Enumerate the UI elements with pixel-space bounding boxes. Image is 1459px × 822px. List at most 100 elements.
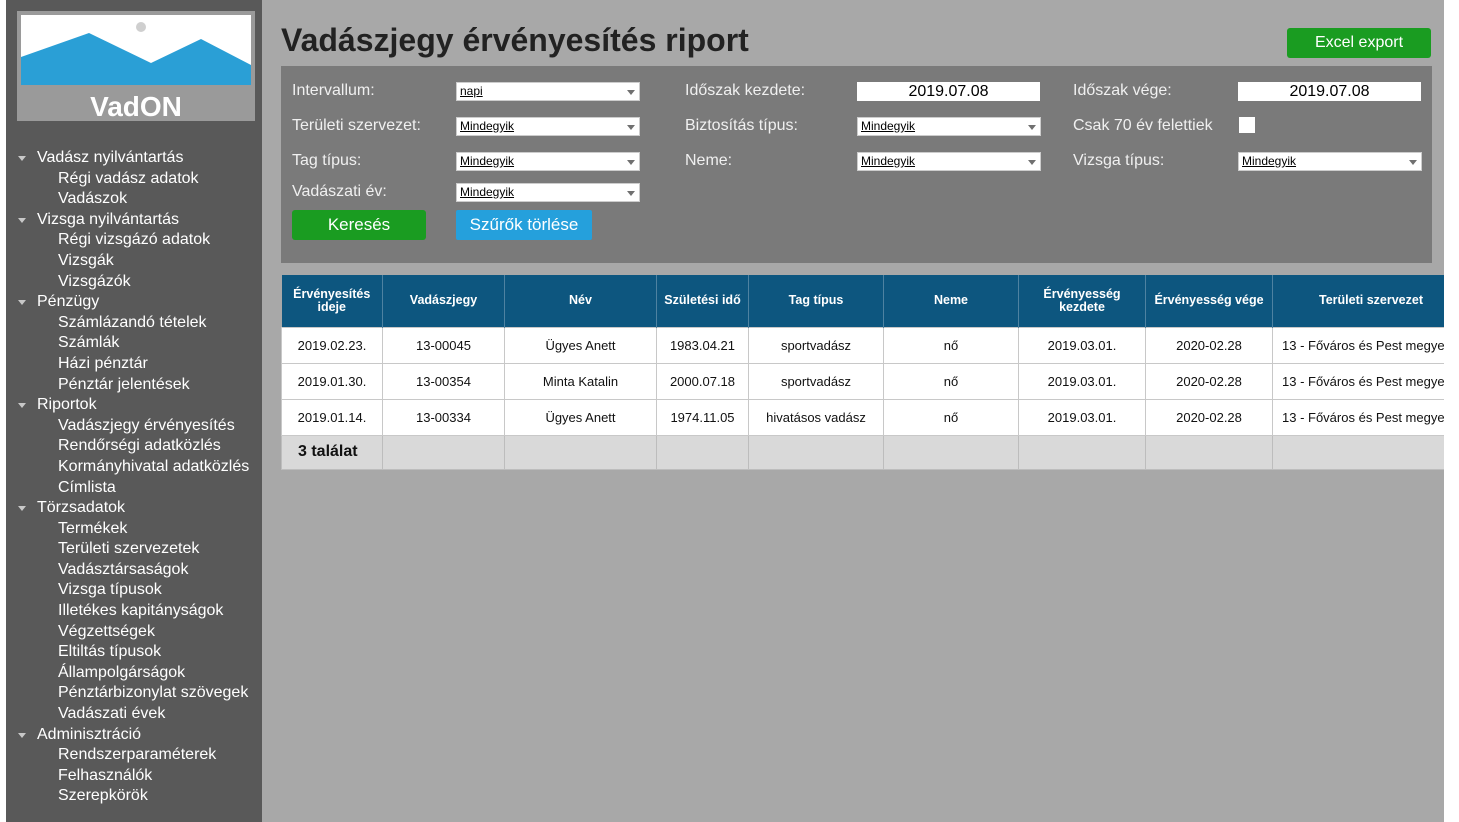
sidebar-group-label: Vadász nyilvántartás [37,149,184,166]
table-cell: 2000.07.18 [656,362,749,400]
table-cell: 1983.04.21 [656,326,749,364]
sidebar-item[interactable]: Vizsgázók [6,272,262,293]
member-type-select[interactable]: Mindegyik [456,152,640,171]
chevron-down-icon [627,160,635,165]
exam-type-select[interactable]: Mindegyik [1238,152,1422,171]
end-date-field[interactable]: 2019.07.08 [1238,82,1421,101]
column-header[interactable]: Név [504,275,657,327]
triangle-down-icon [18,403,26,409]
sidebar-item[interactable]: Végzettségek [6,622,262,643]
sidebar-item[interactable]: Termékek [6,519,262,540]
column-header[interactable]: Érvényesség kezdete [1018,275,1146,327]
column-header[interactable]: Vadászjegy [382,275,505,327]
table-row[interactable]: 2019.01.30. 13-00354 Minta Katalin 2000.07.… [281,362,1444,400]
interval-select[interactable]: napi [456,82,640,101]
clear-filters-button[interactable]: Szűrők törlése [456,210,592,240]
triangle-down-icon [18,300,26,306]
hunting-year-select[interactable]: Mindegyik [456,183,640,202]
sidebar-item[interactable]: Számlázandó tételek [6,313,262,334]
sidebar-item[interactable]: Vadászati évek [6,704,262,725]
table-cell: sportvadász [748,326,884,364]
footer-cell [748,434,884,470]
sidebar-item[interactable]: Pénztár jelentések [6,375,262,396]
sidebar-item[interactable]: Házi pénztár [6,354,262,375]
sidebar-group-label: Vizsga nyilvántartás [37,210,179,228]
sidebar-group[interactable]: Riportok [6,395,262,416]
footer-cell [1145,434,1273,470]
excel-export-button[interactable]: Excel export [1287,28,1431,58]
sidebar-item[interactable]: Régi vadász adatok [6,169,262,190]
org-select-value: Mindegyik [460,119,515,133]
over70-label: Csak 70 év felettiek [1073,117,1213,134]
sidebar-item[interactable]: Régi vizsgázó adatok [6,230,262,251]
sidebar-group[interactable]: Adminisztráció [6,725,262,746]
sidebar-item[interactable]: Vizsga típusok [6,580,262,601]
table-cell: 2020-02.28 [1145,398,1273,436]
column-header[interactable]: Tag típus [748,275,884,327]
table-cell: 13 - Főváros és Pest megye [1272,398,1444,436]
table-cell: hivatásos vadász [748,398,884,436]
sidebar-item[interactable]: Területi szervezetek [6,539,262,560]
sidebar-group[interactable]: Vizsga nyilvántartás [6,210,262,231]
sidebar-item[interactable]: Vadászok [6,189,262,210]
logo: VadON [17,11,255,122]
sidebar-item[interactable]: Vizsgák [6,251,262,272]
gender-select[interactable]: Mindegyik [857,152,1041,171]
sidebar-item[interactable]: Illetékes kapitányságok [6,601,262,622]
column-header[interactable]: Neme [883,275,1019,327]
sidebar-item[interactable]: Szerepkörök [6,786,262,807]
member-type-select-value: Mindegyik [460,154,515,168]
interval-select-value: napi [460,84,483,98]
sidebar-item[interactable]: Kormányhivatal adatközlés [6,457,262,478]
sidebar-group-label: Adminisztráció [37,725,142,743]
sidebar-item[interactable]: Eltiltás típusok [6,642,262,663]
page-margin [1444,0,1459,822]
sidebar-item[interactable]: Állampolgárságok [6,663,262,684]
sidebar-item[interactable]: Felhasználók [6,766,262,787]
column-header[interactable]: Születési idő [656,275,749,327]
sidebar-item[interactable]: Pénztárbizonylat szövegek [6,683,262,704]
sidebar-group[interactable]: Pénzügy [6,292,262,313]
sidebar-group[interactable]: Törzsadatok [6,498,262,519]
exam-type-label: Vizsga típus: [1073,152,1165,169]
column-header[interactable]: Érvényesítés ideje [281,275,383,327]
sidebar-group-label: Riportok [37,396,97,414]
sidebar-group[interactable]: Vadász nyilvántartás [6,148,262,169]
insurance-select[interactable]: Mindegyik [857,117,1041,136]
sidebar-item[interactable]: Vadásztársaságok [6,560,262,581]
column-header[interactable]: Területi szervezet [1272,275,1444,327]
sidebar-group-label: Pénzügy [37,293,100,311]
result-count: 3 találat [281,434,383,470]
member-type-label: Tag típus: [292,152,362,169]
org-select[interactable]: Mindegyik [456,117,640,136]
table-cell: Ügyes Anett [504,398,657,436]
hunting-year-select-value: Mindegyik [460,185,515,199]
table-row[interactable]: 2019.01.14. 13-00334 Ügyes Anett 1974.11.05… [281,398,1444,436]
footer-cell [656,434,749,470]
over70-checkbox[interactable] [1239,117,1255,133]
hunting-year-label: Vadászati év: [292,183,387,200]
column-header[interactable]: Érvényesség vége [1145,275,1273,327]
footer-cell [1272,434,1444,470]
sidebar-item[interactable]: Rendőrségi adatközlés [6,436,262,457]
exam-type-select-value: Mindegyik [1242,154,1297,168]
table-row[interactable]: 2019.02.23. 13-00045 Ügyes Anett 1983.04.21… [281,326,1444,364]
sidebar-item[interactable]: Vadászjegy érvényesítés [6,416,262,437]
search-button[interactable]: Keresés [292,210,426,240]
chevron-down-icon [1028,160,1036,165]
results-table-container: Érvényesítés ideje Vadászjegy Név Születési… [281,275,1444,474]
sidebar-item[interactable]: Rendszerparaméterek [6,745,262,766]
table-body: 2019.02.23. 13-00045 Ügyes Anett 1983.04.21… [281,326,1444,470]
sidebar-item[interactable]: Címlista [6,478,262,499]
start-date-field[interactable]: 2019.07.08 [857,82,1040,101]
table-cell: nő [883,362,1019,400]
sidebar-item[interactable]: Számlák [6,333,262,354]
table-cell: 13-00354 [382,362,505,400]
table-cell: nő [883,326,1019,364]
table-cell: 2019.01.30. [281,362,383,400]
table-cell: 13 - Főváros és Pest megye [1272,362,1444,400]
triangle-down-icon [18,217,26,223]
footer-cell [1018,434,1146,470]
table-cell: 2019.02.23. [281,326,383,364]
table-footer-row: 3 találat [281,434,1444,470]
